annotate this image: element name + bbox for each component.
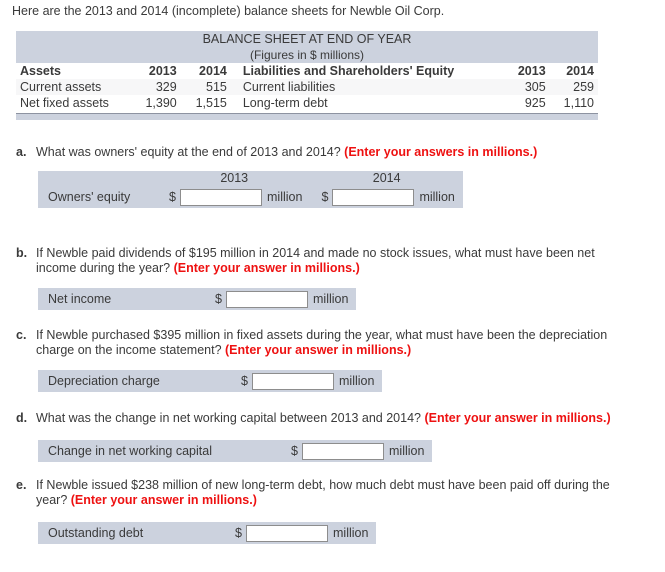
question-e-text: If Newble issued $238 million of new lon… (36, 478, 636, 508)
cell-asset-2013: 329 (134, 79, 183, 95)
balance-sheet-title: BALANCE SHEET AT END OF YEAR (16, 31, 598, 47)
answer-d-label: Change in net working capital (48, 444, 212, 458)
answer-grid-c: Depreciation charge $ million (38, 370, 382, 392)
cell-liab-label: Current liabilities (238, 79, 506, 95)
question-c-letter: c. (16, 328, 27, 342)
header-liabilities: Liabilities and Shareholders' Equity (238, 63, 506, 79)
answer-a-input-1-cell (180, 186, 262, 208)
answer-table-d: Change in net working capital $ million (38, 440, 433, 462)
header-assets: Assets (16, 63, 135, 79)
answer-b-label: Net income (48, 292, 112, 306)
cell-liab-label: Long-term debt (238, 95, 506, 111)
question-e-letter: e. (16, 478, 27, 492)
header-liab-2013: 2013 (505, 63, 552, 79)
answer-b-row: Net income $ million (38, 288, 356, 310)
question-c-instruction: (Enter your answer in millions.) (225, 343, 412, 357)
question-b: b. If Newble paid dividends of $195 mill… (16, 246, 636, 276)
answer-a-unit-1: million (267, 190, 303, 204)
question-a-body: What was owners' equity at the end of 20… (36, 145, 345, 159)
question-a-instruction: (Enter your answers in millions.) (344, 145, 538, 159)
table-row: Current assets 329 515 Current liabiliti… (16, 79, 598, 95)
table-row: Net fixed assets 1,390 1,515 Long-term d… (16, 95, 598, 111)
answer-a-year-2013: 2013 (220, 171, 249, 185)
answer-a-unit-2: million (419, 190, 455, 204)
depreciation-charge-input[interactable] (252, 372, 334, 390)
answer-grid-a: 2013 2014 Owners' equity $ million $ mil… (38, 171, 463, 208)
header-liab-2014: 2014 (551, 63, 598, 79)
question-a: a. What was owners' equity at the end of… (16, 145, 646, 160)
net-income-input[interactable] (226, 290, 308, 308)
answer-a-dollar-1: $ (169, 190, 176, 204)
answer-a-label: Owners' equity (48, 190, 131, 204)
question-b-text: If Newble paid dividends of $195 million… (36, 246, 636, 276)
balance-sheet-subtitle: (Figures in $ millions) (16, 47, 598, 63)
cell-liab-2013: 305 (505, 79, 552, 95)
table-footer-band (16, 113, 598, 120)
answer-d-unit: million (389, 444, 425, 458)
owners-equity-2013-input[interactable] (180, 188, 262, 206)
question-e: e. If Newble issued $238 million of new … (16, 478, 636, 508)
answer-c-input-cell (252, 370, 334, 392)
answer-e-unit: million (333, 526, 369, 540)
header-assets-2014: 2014 (182, 63, 239, 79)
answer-table-b: Net income $ million (38, 288, 357, 310)
answer-table-e: Outstanding debt $ million (38, 522, 377, 544)
answer-b-unit: million (313, 292, 349, 306)
balance-sheet-subtitle-row: (Figures in $ millions) (16, 47, 598, 63)
balance-sheet-title-row: BALANCE SHEET AT END OF YEAR (16, 31, 598, 47)
answer-c-label: Depreciation charge (48, 374, 160, 388)
answer-e-label: Outstanding debt (48, 526, 144, 540)
answer-a-row: Owners' equity $ million $ million (38, 186, 463, 208)
question-d-letter: d. (16, 411, 28, 425)
answer-table-a: 2013 2014 Owners' equity $ million $ mil… (38, 171, 463, 208)
answer-e-input-cell (246, 522, 328, 544)
cell-asset-label: Net fixed assets (16, 95, 135, 111)
answer-table-c: Depreciation charge $ million (38, 370, 383, 392)
owners-equity-2014-input[interactable] (332, 188, 415, 206)
change-net-working-capital-input[interactable] (302, 442, 384, 460)
cell-liab-2014: 259 (551, 79, 598, 95)
question-d: d. What was the change in net working ca… (16, 411, 656, 426)
answer-a-year-2014: 2014 (372, 171, 401, 185)
balance-sheet-header-row: Assets 2013 2014 Liabilities and Shareho… (16, 63, 598, 79)
answer-c-unit: million (339, 374, 375, 388)
answer-d-row: Change in net working capital $ million (38, 440, 432, 462)
answer-a-input-2-cell (332, 186, 415, 208)
question-c: c. If Newble purchased $395 million in f… (16, 328, 648, 358)
question-a-letter: a. (16, 145, 27, 159)
question-d-text: What was the change in net working capit… (36, 411, 656, 426)
balance-sheet-table: BALANCE SHEET AT END OF YEAR (Figures in… (16, 31, 598, 120)
cell-liab-2013: 925 (505, 95, 552, 111)
header-assets-2013: 2013 (134, 63, 183, 79)
question-c-text: If Newble purchased $395 million in fixe… (36, 328, 648, 358)
cell-asset-label: Current assets (16, 79, 135, 95)
answer-a-year-row: 2013 2014 (38, 171, 463, 186)
question-b-instruction: (Enter your answer in millions.) (173, 261, 360, 275)
answer-c-dollar: $ (241, 374, 248, 388)
spacer (38, 171, 158, 186)
cell-asset-2014: 515 (182, 79, 239, 95)
question-b-letter: b. (16, 246, 28, 260)
intro-text: Here are the 2013 and 2014 (incomplete) … (12, 4, 445, 18)
outstanding-debt-input[interactable] (246, 524, 328, 542)
answer-c-row: Depreciation charge $ million (38, 370, 382, 392)
question-a-text: What was owners' equity at the end of 20… (36, 145, 646, 160)
cell-asset-2014: 1,515 (182, 95, 239, 111)
cell-asset-2013: 1,390 (134, 95, 183, 111)
answer-b-dollar: $ (215, 292, 222, 306)
question-d-instruction: (Enter your answer in millions.) (424, 411, 611, 425)
answer-a-dollar-2: $ (321, 190, 329, 204)
question-d-body: What was the change in net working capit… (36, 411, 425, 425)
answer-d-input-cell (302, 440, 384, 462)
question-e-instruction: (Enter your answer in millions.) (70, 493, 257, 507)
answer-grid-e: Outstanding debt $ million (38, 522, 376, 544)
answer-e-dollar: $ (235, 526, 242, 540)
cell-liab-2014: 1,110 (551, 95, 598, 111)
answer-grid-d: Change in net working capital $ million (38, 440, 432, 462)
answer-d-dollar: $ (291, 444, 298, 458)
answer-b-input-cell (226, 288, 308, 310)
answer-grid-b: Net income $ million (38, 288, 356, 310)
answer-e-row: Outstanding debt $ million (38, 522, 376, 544)
